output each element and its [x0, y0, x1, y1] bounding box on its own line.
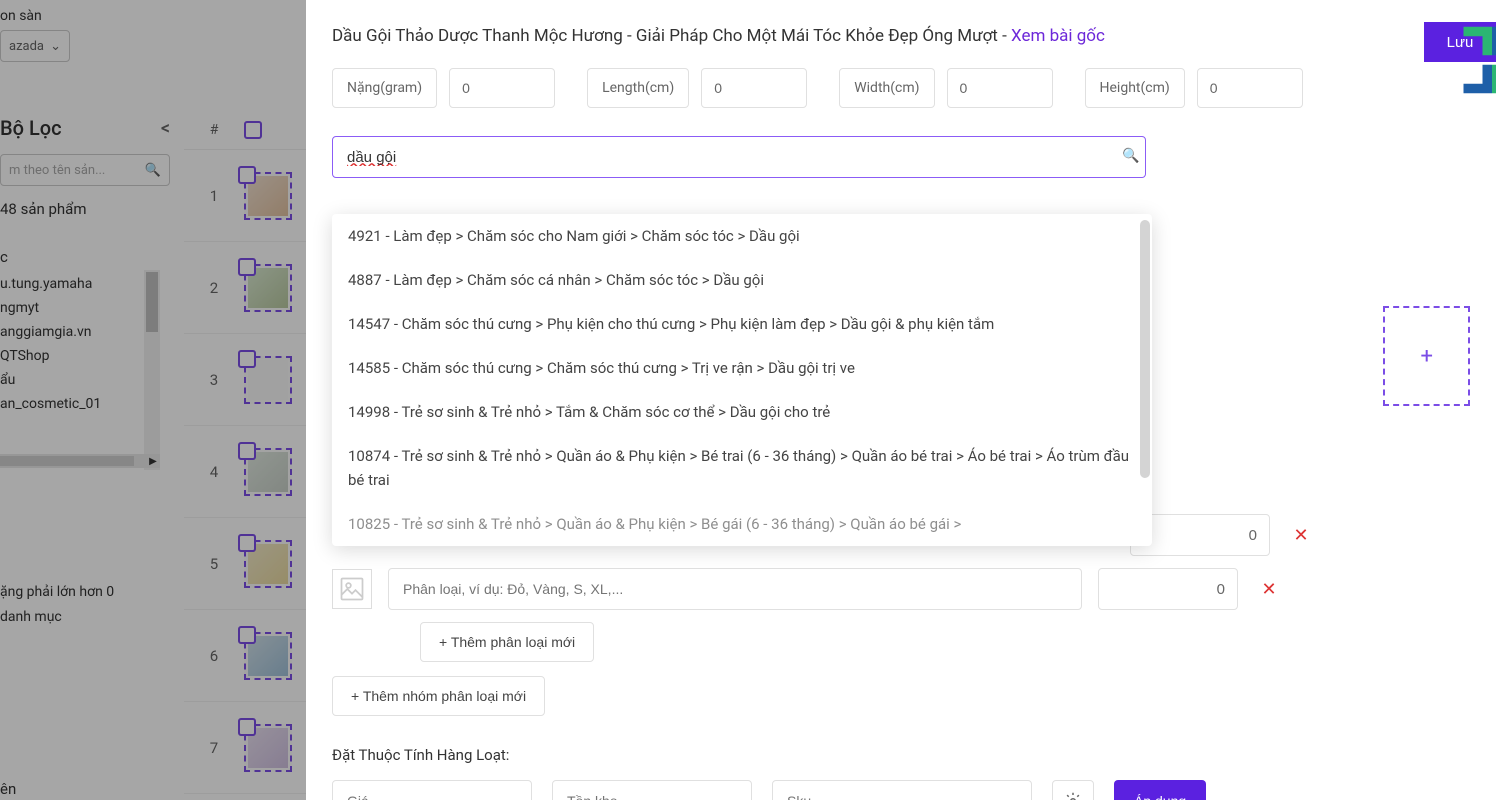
view-original-link[interactable]: Xem bài gốc — [1011, 26, 1105, 46]
dropdown-item[interactable]: 10825 - Trẻ sơ sinh & Trẻ nhỏ > Quần áo … — [332, 502, 1152, 546]
apply-button[interactable]: Áp dụng — [1114, 780, 1206, 800]
dropdown-scrollbar[interactable] — [1140, 220, 1150, 478]
length-input[interactable] — [701, 68, 807, 108]
delete-variant-button[interactable]: ✕ — [1254, 579, 1284, 600]
height-input[interactable] — [1197, 68, 1303, 108]
product-edit-modal: Dầu Gội Thảo Dược Thanh Mộc Hương - Giải… — [306, 0, 1496, 800]
dropdown-item[interactable]: 14998 - Trẻ sơ sinh & Trẻ nhỏ > Tắm & Ch… — [332, 390, 1152, 434]
variant-qty-input[interactable] — [1098, 568, 1238, 610]
add-image-button[interactable]: + — [1383, 306, 1470, 406]
dropdown-item[interactable]: 14585 - Chăm sóc thú cưng > Chăm sóc thú… — [332, 346, 1152, 390]
category-search-input[interactable] — [332, 136, 1146, 178]
dropdown-item[interactable]: 14547 - Chăm sóc thú cưng > Phụ kiện cho… — [332, 302, 1152, 346]
dropdown-item[interactable]: 10874 - Trẻ sơ sinh & Trẻ nhỏ > Quần áo … — [332, 434, 1152, 502]
height-label: Height(cm) — [1085, 68, 1185, 108]
variant-name-input[interactable] — [388, 568, 1082, 610]
add-variant-group-button[interactable]: + Thêm nhóm phân loại mới — [332, 676, 545, 716]
bulk-attributes-header: Đặt Thuộc Tính Hàng Loạt: — [332, 746, 1470, 764]
search-icon: 🔍 — [1122, 148, 1139, 164]
weight-label: Nặng(gram) — [332, 68, 437, 108]
bulk-sku-input[interactable] — [772, 780, 1032, 800]
modal-title: Dầu Gội Thảo Dược Thanh Mộc Hương - Giải… — [332, 26, 1470, 46]
dropdown-item[interactable]: 4921 - Làm đẹp > Chăm sóc cho Nam giới >… — [332, 214, 1152, 258]
width-label: Width(cm) — [839, 68, 934, 108]
delete-variant-button[interactable]: ✕ — [1286, 525, 1316, 546]
bulk-settings-button[interactable] — [1052, 780, 1094, 800]
weight-input[interactable] — [449, 68, 555, 108]
modal-title-text: Dầu Gội Thảo Dược Thanh Mộc Hương - Giải… — [332, 26, 1011, 46]
length-label: Length(cm) — [587, 68, 689, 108]
category-dropdown: 4921 - Làm đẹp > Chăm sóc cho Nam giới >… — [332, 214, 1152, 546]
bulk-stock-input[interactable] — [552, 780, 752, 800]
bulk-price-input[interactable] — [332, 780, 532, 800]
width-input[interactable] — [947, 68, 1053, 108]
dropdown-item[interactable]: 4887 - Làm đẹp > Chăm sóc cá nhân > Chăm… — [332, 258, 1152, 302]
add-variant-button[interactable]: + Thêm phân loại mới — [420, 622, 594, 662]
brand-logo — [1454, 22, 1496, 98]
variant-image-placeholder[interactable] — [332, 569, 372, 609]
